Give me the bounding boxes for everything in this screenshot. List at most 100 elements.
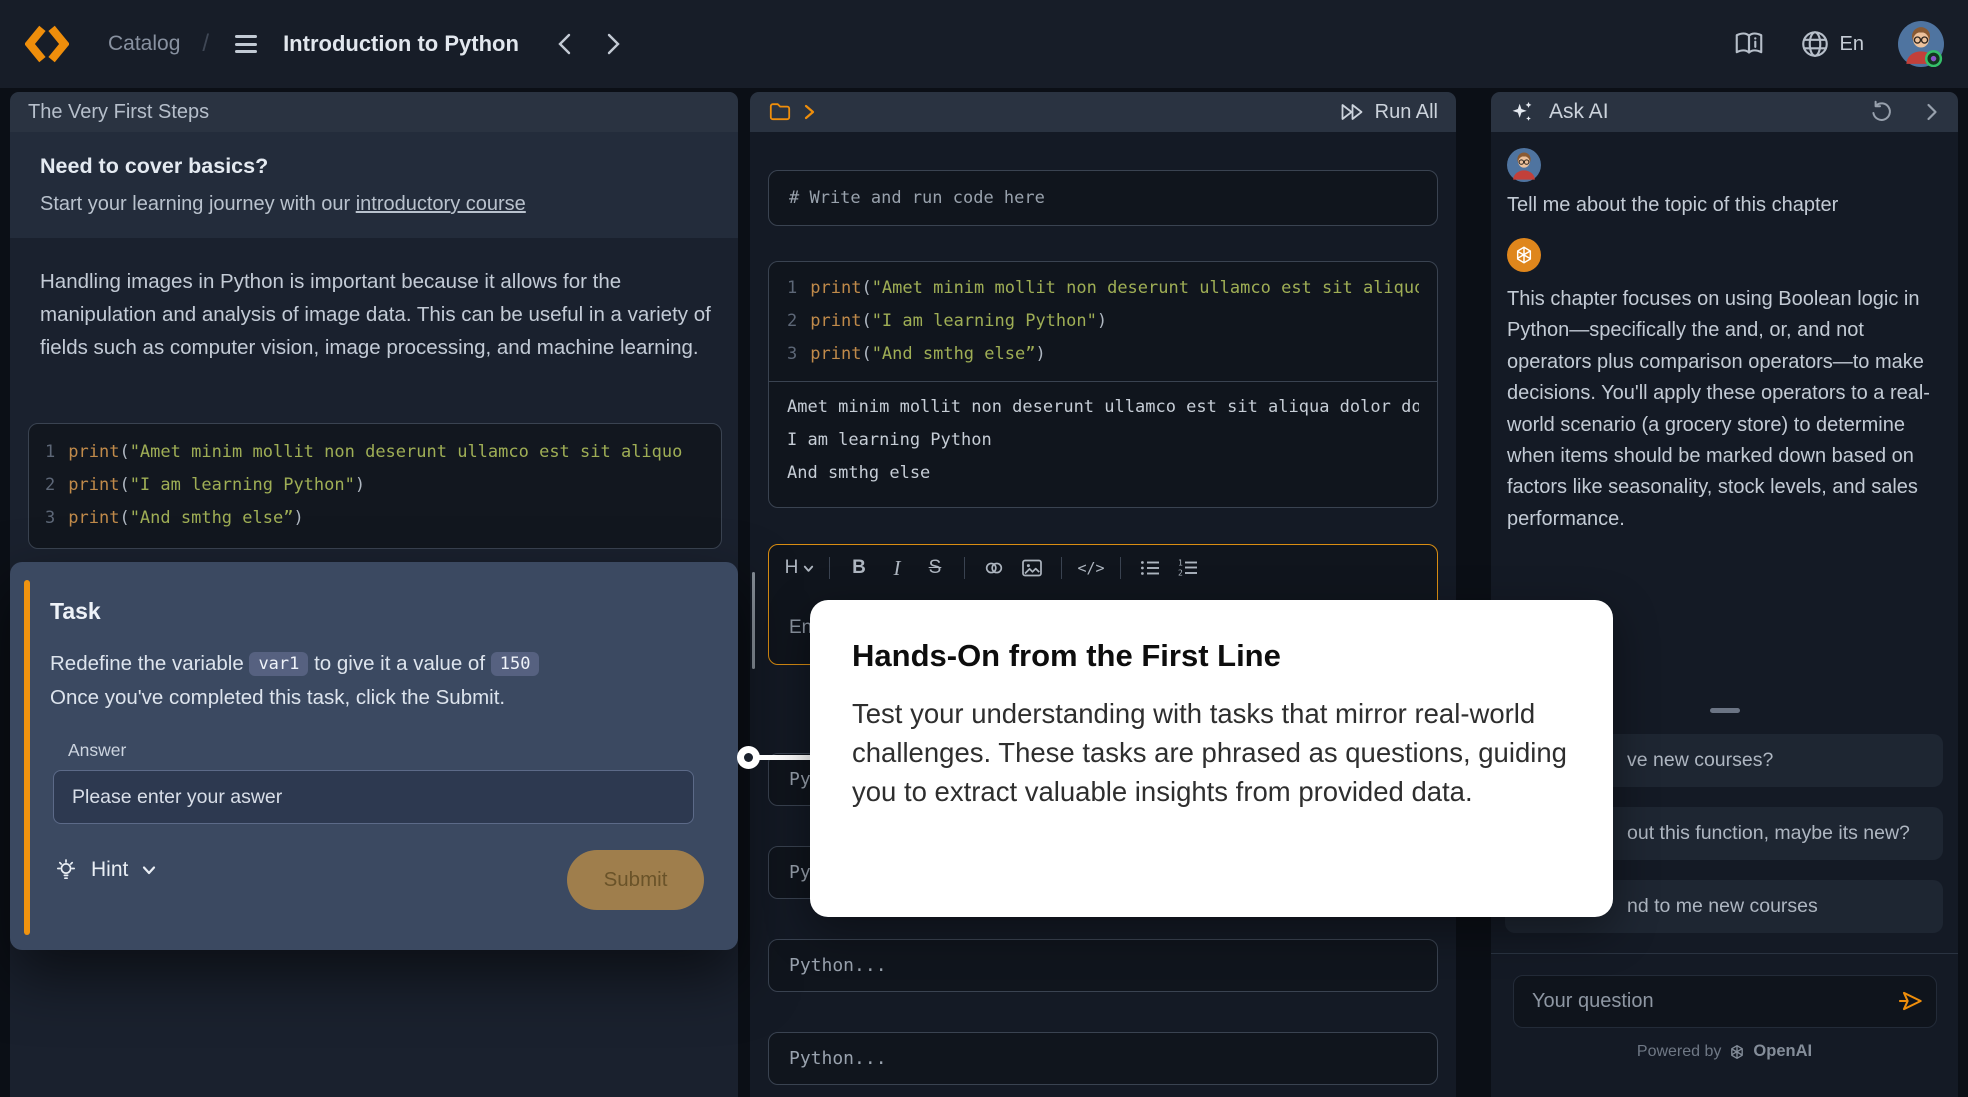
python-cell-placeholder[interactable]: Python... xyxy=(768,939,1438,992)
bulb-icon xyxy=(54,858,78,882)
task-text: to give it a value of xyxy=(308,652,490,675)
run-all-icon xyxy=(1339,100,1365,124)
code-cell-output: Amet minim mollit non deserunt ullamco e… xyxy=(769,382,1437,499)
answer-input[interactable] xyxy=(53,770,694,824)
scratch-code-editor[interactable]: # Write and run code here xyxy=(768,170,1438,226)
breadcrumb-separator: / xyxy=(202,30,209,58)
folder-chevron-right-icon[interactable] xyxy=(802,103,816,121)
code-playground-panel: Run All # Write and run code here 1print… xyxy=(750,92,1456,1097)
code-cell-source[interactable]: 1print("Amet minim mollit non deserunt u… xyxy=(769,262,1437,382)
logo-diamond-icon xyxy=(25,22,69,66)
app-logo-icon[interactable] xyxy=(24,21,70,67)
language-selector[interactable]: En xyxy=(1800,29,1864,59)
callout-title: Need to cover basics? xyxy=(40,154,708,179)
globe-icon xyxy=(1800,29,1830,59)
chevron-left-icon[interactable] xyxy=(555,32,575,56)
send-question-button[interactable] xyxy=(1897,987,1925,1018)
lesson-code-block[interactable]: 1print("Amet minim mollit non deserunt u… xyxy=(28,423,722,549)
openai-label: OpenAI xyxy=(1753,1042,1812,1061)
python-cell-placeholder[interactable]: Python... xyxy=(768,1032,1438,1085)
hint-label: Hint xyxy=(91,858,128,882)
chat-user-avatar xyxy=(1507,148,1541,182)
image-icon xyxy=(1021,558,1043,578)
powered-by-openai: Powered by OpenAI xyxy=(1491,1042,1958,1061)
lesson-panel: The Very First Steps Need to cover basic… xyxy=(10,92,738,1097)
ask-ai-title: Ask AI xyxy=(1549,100,1609,124)
answer-label: Answer xyxy=(68,740,126,761)
callout-text-prefix: Start your learning journey with our xyxy=(40,193,356,215)
scrollbar-thumb[interactable] xyxy=(752,572,755,669)
task-title: Task xyxy=(50,598,101,625)
run-all-label: Run All xyxy=(1375,101,1438,124)
toolbar-divider xyxy=(1061,557,1062,579)
task-card: Task Redefine the variable var1 to give … xyxy=(10,562,738,950)
svg-text:2: 2 xyxy=(1178,569,1183,578)
reset-chat-button[interactable] xyxy=(1869,100,1893,124)
bullet-list-icon xyxy=(1139,558,1161,578)
basics-callout: Need to cover basics? Start your learnin… xyxy=(10,132,738,238)
send-icon xyxy=(1897,987,1925,1015)
bullet-list-button[interactable] xyxy=(1133,551,1167,585)
bold-button[interactable]: B xyxy=(842,551,876,585)
chat-ai-response: This chapter focuses on using Boolean lo… xyxy=(1507,284,1945,535)
image-button[interactable] xyxy=(1015,551,1049,585)
language-label: En xyxy=(1840,33,1864,56)
task-instruction-line1: Redefine the variable var1 to give it a … xyxy=(50,652,710,677)
link-button[interactable] xyxy=(977,551,1011,585)
numbered-list-icon: 1 2 xyxy=(1177,558,1199,578)
callout-text: Start your learning journey with our int… xyxy=(40,193,708,216)
ask-ai-panel: Ask AI Tell me ab xyxy=(1491,92,1958,1097)
top-bar: Catalog / Introduction to Python xyxy=(0,0,1968,88)
var1-chip: var1 xyxy=(249,652,308,676)
italic-button[interactable]: I xyxy=(880,551,914,585)
heading-button[interactable]: H xyxy=(783,551,817,585)
heading-label: H xyxy=(785,557,799,579)
task-text: Redefine the variable xyxy=(50,652,249,675)
task-accent-bar xyxy=(24,580,30,935)
toolbar-divider xyxy=(1120,557,1121,579)
tooltip-title: Hands-On from the First Line xyxy=(852,638,1571,674)
run-all-button[interactable]: Run All xyxy=(1339,100,1438,124)
formatting-toolbar: H B I S </> xyxy=(769,545,1437,591)
lesson-panel-header: The Very First Steps xyxy=(10,92,738,132)
task-instruction-line2: Once you've completed this task, click t… xyxy=(50,686,710,710)
resize-handle[interactable] xyxy=(1710,708,1740,713)
chevron-right-icon xyxy=(1923,101,1940,123)
lesson-title: The Very First Steps xyxy=(28,101,209,124)
tooltip-body: Test your understanding with tasks that … xyxy=(852,694,1571,811)
breadcrumb-catalog[interactable]: Catalog xyxy=(108,32,180,56)
tooltip-anchor-dot xyxy=(737,746,760,769)
playground-header: Run All xyxy=(750,92,1456,132)
openai-logo-icon xyxy=(1513,244,1535,266)
numbered-list-button[interactable]: 1 2 xyxy=(1171,551,1205,585)
chat-user-message: Tell me about the topic of this chapter xyxy=(1507,194,1943,217)
refresh-icon xyxy=(1869,100,1893,124)
code-cell[interactable]: 1print("Amet minim mollit non deserunt u… xyxy=(768,261,1438,508)
ask-ai-input-section: Powered by OpenAI xyxy=(1491,953,1958,1097)
value-chip: 150 xyxy=(491,652,540,676)
chapter-menu-icon[interactable] xyxy=(231,31,261,57)
code-format-button[interactable]: </> xyxy=(1074,551,1108,585)
chevron-down-icon xyxy=(141,862,157,878)
page-title: Introduction to Python xyxy=(283,31,519,57)
openai-logo-icon xyxy=(1728,1043,1746,1061)
openai-avatar xyxy=(1507,238,1541,272)
introductory-course-link[interactable]: introductory course xyxy=(356,193,526,215)
strikethrough-button[interactable]: S xyxy=(918,551,952,585)
toolbar-divider xyxy=(829,557,830,579)
collapse-panel-button[interactable] xyxy=(1923,101,1940,123)
chevron-down-icon xyxy=(802,562,815,575)
question-input[interactable] xyxy=(1513,975,1937,1028)
hint-button[interactable]: Hint xyxy=(54,858,157,882)
chevron-right-icon[interactable] xyxy=(603,32,623,56)
onboarding-tooltip: Hands-On from the First Line Test your u… xyxy=(810,600,1613,917)
glossary-book-icon[interactable] xyxy=(1732,30,1766,58)
link-icon xyxy=(983,558,1005,578)
svg-text:1: 1 xyxy=(1178,558,1183,567)
user-avatar[interactable] xyxy=(1898,21,1944,67)
lesson-paragraph: Handling images in Python is important b… xyxy=(40,266,730,364)
ask-ai-header: Ask AI xyxy=(1491,92,1958,132)
folder-icon[interactable] xyxy=(768,100,792,124)
submit-button[interactable]: Submit xyxy=(567,850,704,910)
powered-by-label: Powered by xyxy=(1637,1043,1722,1061)
